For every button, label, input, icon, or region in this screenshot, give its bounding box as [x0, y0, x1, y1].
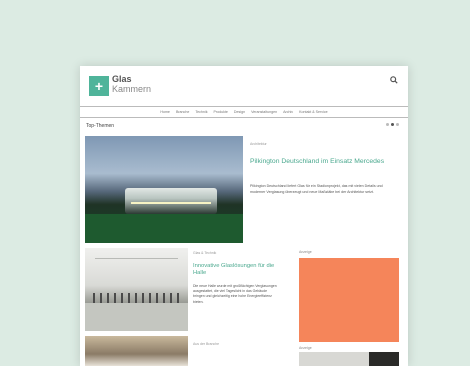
logo[interactable]: + — [89, 76, 109, 96]
article-title-link[interactable]: Innovative Glaslösungen für die Halle — [193, 263, 278, 277]
hero-teaser: Pilkington Deutschland liefert Glas für … — [250, 184, 383, 194]
advertisement-box[interactable] — [299, 258, 399, 342]
nav-item-branche[interactable]: Branche — [176, 110, 189, 114]
article-category: Glas & Technik — [193, 251, 217, 255]
logo-text: Glas — [112, 74, 132, 84]
pager-dot[interactable] — [386, 123, 389, 126]
pager-dot-active[interactable] — [391, 123, 394, 126]
sidebar-ad-label: Anzeige — [299, 250, 312, 254]
hero-image[interactable] — [85, 136, 243, 243]
ceiling-beam — [95, 258, 178, 259]
article-image[interactable] — [85, 248, 188, 331]
search-icon[interactable] — [390, 76, 398, 84]
people-silhouettes — [93, 293, 179, 303]
section-title: Top-Themen — [86, 123, 115, 129]
nav-item-home[interactable]: Home — [160, 110, 170, 114]
pager-dot[interactable] — [396, 123, 399, 126]
article-teaser: Die neue Halle wurde mit großflächigen V… — [193, 284, 277, 304]
nav-item-design[interactable]: Design — [234, 110, 245, 114]
website-preview-card: + Glas Kammern Home Branche Technik Prod… — [80, 66, 408, 366]
article-category-2: Aus der Branche — [193, 342, 220, 346]
nav-item-contact[interactable]: Kontakt & Service — [299, 110, 328, 114]
article-image-2[interactable] — [85, 336, 188, 366]
hero-title-link[interactable]: Pilkington Deutschland im Einsatz Merced… — [250, 158, 398, 166]
sidebar-image-dark — [369, 352, 399, 366]
slider-pager — [386, 123, 399, 126]
nav-item-produkte[interactable]: Produkte — [214, 110, 228, 114]
nav-item-events[interactable]: Veranstaltungen — [251, 110, 277, 114]
main-navigation: Home Branche Technik Produkte Design Ver… — [80, 106, 408, 118]
nav-item-archiv[interactable]: Archiv — [283, 110, 293, 114]
stadium-shape — [125, 188, 217, 214]
logo-plus-icon: + — [94, 78, 104, 94]
hero-category: Architektur — [250, 142, 267, 146]
site-header: + Glas Kammern — [80, 66, 408, 104]
floor — [85, 303, 188, 331]
grass-field — [85, 214, 243, 243]
sidebar-ad-label-2: Anzeige — [299, 346, 312, 350]
nav-item-technik[interactable]: Technik — [195, 110, 207, 114]
stadium-lights — [131, 202, 211, 204]
logo-subtext: Kammern — [112, 84, 152, 94]
